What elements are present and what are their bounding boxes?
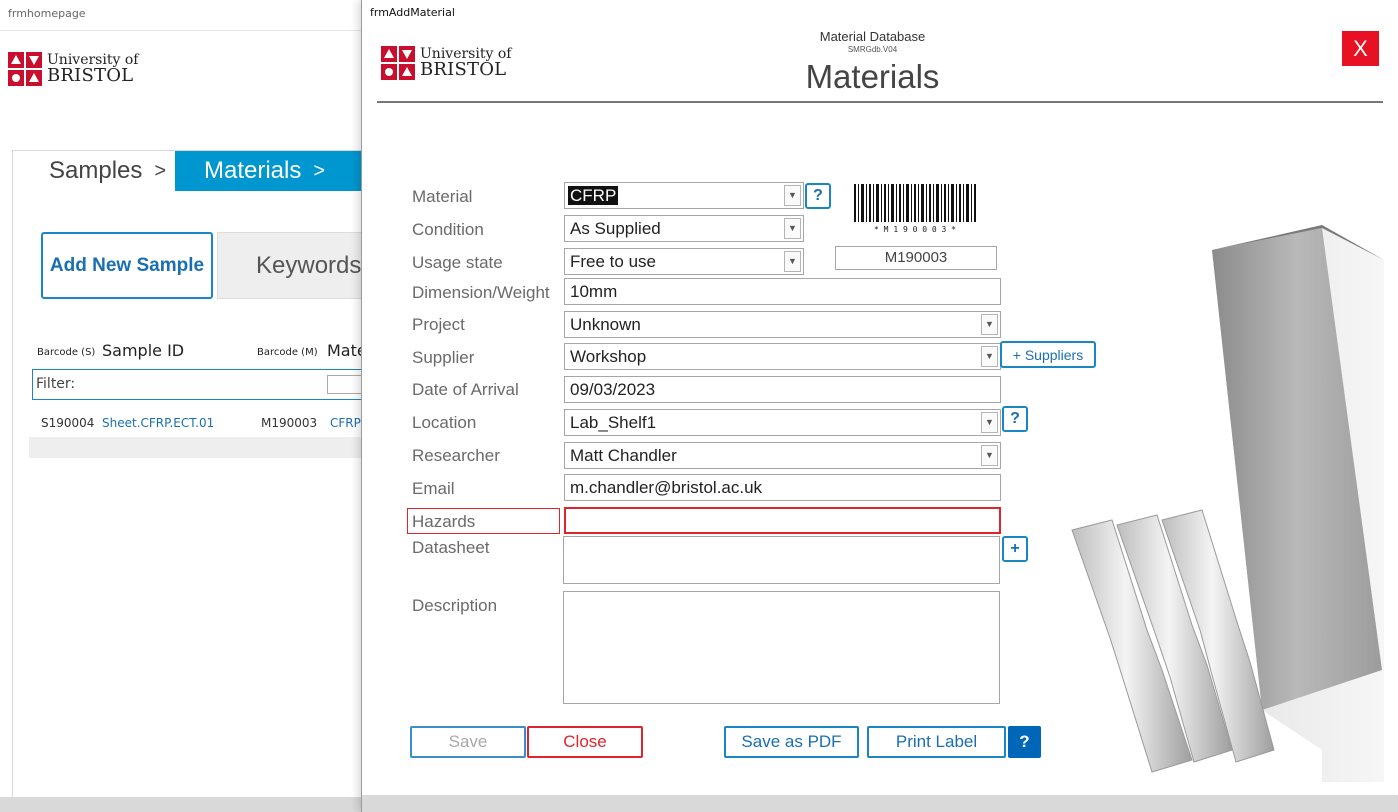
material-select[interactable]: CFRP ▼: [564, 182, 804, 209]
hazards-input[interactable]: [564, 507, 1001, 534]
project-label: Project: [412, 315, 465, 334]
email-input[interactable]: m.chandler@bristol.ac.uk: [564, 474, 1001, 501]
condition-select[interactable]: As Supplied ▼: [564, 215, 804, 242]
homepage-window-title: frmhomepage: [8, 7, 86, 20]
column-header-barcode-s: Barcode (S): [37, 347, 96, 358]
supplier-select[interactable]: Workshop ▼: [564, 343, 1001, 370]
condition-value: As Supplied: [570, 219, 661, 238]
usage-state-value: Free to use: [570, 252, 656, 271]
barcode-value: M190003: [835, 246, 997, 270]
material-sample-photo: [1071, 225, 1384, 782]
close-window-button[interactable]: X: [1342, 31, 1379, 66]
help-button[interactable]: ?: [1008, 726, 1041, 758]
material-help-button[interactable]: ?: [805, 183, 831, 209]
date-of-arrival-input[interactable]: 09/03/2023: [564, 376, 1001, 403]
tab-samples-label: Samples: [49, 157, 143, 184]
location-select[interactable]: Lab_Shelf1 ▼: [564, 409, 1001, 436]
save-button[interactable]: Save: [410, 726, 526, 758]
chevron-right-icon: >: [154, 159, 167, 182]
chevron-down-icon[interactable]: ▼: [784, 251, 801, 272]
usage-state-select[interactable]: Free to use ▼: [564, 248, 804, 275]
list-scroll-strip: [29, 437, 369, 458]
row-barcode-m: M190003: [261, 416, 318, 430]
barcode-image: * M 1 9 0 0 0 3 *: [854, 184, 976, 234]
dialog-window-title: frmAddMaterial: [370, 6, 455, 19]
dimension-weight-label: Dimension/Weight: [412, 283, 550, 302]
barcode-caption: * M 1 9 0 0 0 3 *: [874, 225, 956, 234]
page-title: Materials: [805, 58, 940, 95]
university-logo: University of BRISTOL: [8, 52, 138, 86]
status-strip: [0, 797, 362, 812]
usage-state-label: Usage state: [412, 253, 503, 272]
chevron-down-icon[interactable]: ▼: [981, 314, 998, 335]
chevron-down-icon[interactable]: ▼: [981, 346, 998, 367]
row-material-link[interactable]: CFRP: [330, 416, 361, 430]
researcher-value: Matt Chandler: [570, 446, 677, 465]
date-of-arrival-label: Date of Arrival: [412, 380, 519, 399]
header-divider: [377, 101, 1383, 103]
logo-line2: BRISTOL: [47, 65, 134, 86]
dimension-weight-value: 10mm: [570, 282, 618, 301]
filter-label: Filter:: [36, 376, 76, 392]
row-sample-id-link[interactable]: Sheet.CFRP.ECT.01: [102, 416, 214, 430]
datasheet-label: Datasheet: [412, 538, 490, 557]
column-header-barcode-m: Barcode (M): [257, 347, 318, 358]
chevron-down-icon[interactable]: ▼: [784, 218, 801, 239]
add-new-sample-button[interactable]: Add New Sample: [41, 232, 213, 299]
dimension-weight-input[interactable]: 10mm: [564, 278, 1001, 305]
chevron-down-icon[interactable]: ▼: [784, 185, 801, 206]
researcher-select[interactable]: Matt Chandler ▼: [564, 442, 1001, 469]
description-label: Description: [412, 596, 498, 615]
supplier-label: Supplier: [412, 348, 475, 367]
database-version: SMRGdb.V04: [847, 45, 898, 54]
material-label: Material: [412, 187, 473, 206]
row-barcode-s: S190004: [41, 416, 95, 430]
location-label: Location: [412, 413, 477, 432]
bristol-crest-icon: [8, 52, 42, 86]
tab-materials[interactable]: Materials >: [175, 151, 337, 191]
hazards-label: Hazards: [412, 512, 476, 531]
project-value: Unknown: [570, 315, 641, 334]
researcher-label: Researcher: [412, 446, 500, 465]
status-strip: [362, 795, 1398, 812]
print-label-button[interactable]: Print Label: [867, 726, 1006, 758]
add-material-dialog: frmAddMaterial University of BRISTOL Mat…: [361, 0, 1398, 812]
column-header-sample-id[interactable]: Sample ID: [102, 341, 184, 360]
save-as-pdf-button[interactable]: Save as PDF: [724, 726, 859, 758]
chevron-down-icon[interactable]: ▼: [981, 445, 998, 466]
material-value: CFRP: [568, 186, 619, 205]
filter-row: [32, 369, 372, 400]
description-textarea[interactable]: [563, 591, 1000, 704]
close-button[interactable]: Close: [527, 726, 643, 758]
email-label: Email: [412, 479, 455, 498]
chevron-right-icon: >: [313, 159, 326, 182]
keywords-label: Keywords:: [256, 252, 369, 279]
datasheet-input[interactable]: [563, 536, 1000, 584]
barcode-bars: [854, 184, 976, 222]
condition-label: Condition: [412, 220, 484, 239]
chevron-down-icon[interactable]: ▼: [981, 412, 998, 433]
database-title: Material Database: [819, 29, 926, 44]
title-divider: [0, 30, 362, 31]
tab-materials-label: Materials: [204, 157, 302, 184]
location-value: Lab_Shelf1: [570, 413, 657, 432]
project-select[interactable]: Unknown ▼: [564, 311, 1001, 338]
email-value: m.chandler@bristol.ac.uk: [570, 478, 763, 497]
tab-samples[interactable]: Samples >: [13, 151, 175, 191]
supplier-value: Workshop: [570, 347, 647, 366]
date-of-arrival-value: 09/03/2023: [570, 380, 656, 399]
test-specimen-bolts: [1071, 509, 1275, 773]
